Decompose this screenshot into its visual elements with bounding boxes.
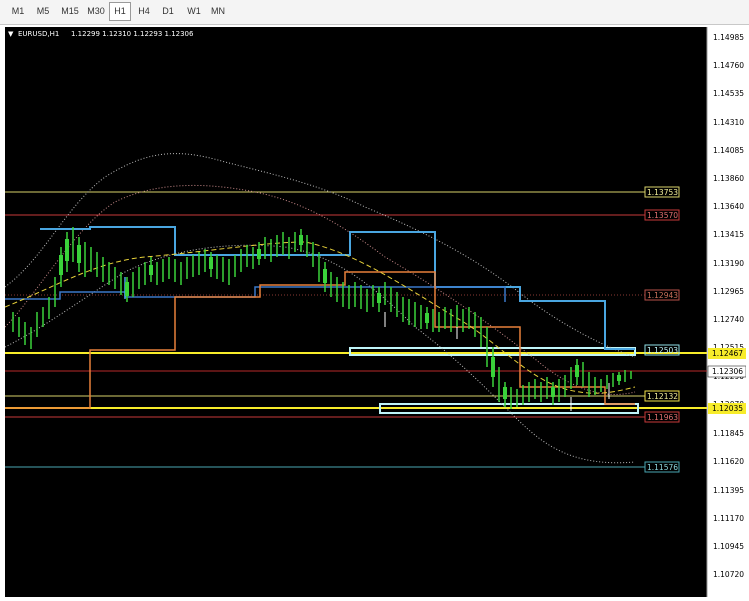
timeframe-mn-button[interactable]: MN <box>207 3 229 20</box>
price-tick: 1.14085 <box>713 146 744 155</box>
price-tick: 1.11170 <box>713 514 744 523</box>
price-tick: 1.13860 <box>713 174 744 183</box>
price-tag-1-12035: 1.12035 <box>712 404 743 413</box>
chart-expand-icon[interactable]: ▼ <box>8 30 14 38</box>
ohlc-label: 1.12299 1.12310 1.12293 1.12306 <box>71 30 194 38</box>
timeframe-w1-button[interactable]: W1 <box>183 3 205 20</box>
price-tick: 1.13415 <box>713 230 744 239</box>
price-tick: 1.12965 <box>713 287 744 296</box>
timeframe-h4-button[interactable]: H4 <box>134 3 154 20</box>
price-tick: 1.14310 <box>713 118 744 127</box>
price-tick: 1.11395 <box>713 486 744 495</box>
price-tick: 1.10720 <box>713 570 744 579</box>
timeframe-m15-button[interactable]: M15 <box>58 3 82 20</box>
price-tick: 1.11845 <box>713 429 744 438</box>
symbol-label: EURUSD,H1 <box>18 30 59 38</box>
level-label: 1.13570 <box>647 211 678 220</box>
level-label: 1.12943 <box>647 291 678 300</box>
price-tick: 1.14535 <box>713 89 744 98</box>
price-chart[interactable]: ▼ EURUSD,H1 1.12299 1.12310 1.12293 1.12… <box>4 27 747 597</box>
price-tick: 1.12740 <box>713 315 744 324</box>
level-label: 1.11963 <box>647 413 678 422</box>
price-tag-1-12467: 1.12467 <box>712 349 743 358</box>
timeframe-toolbar: M1 M5 M15 M30 H1 H4 D1 W1 MN <box>0 0 749 25</box>
timeframe-h1-button[interactable]: H1 <box>109 2 131 21</box>
level-label: 1.12132 <box>647 392 678 401</box>
timeframe-m30-button[interactable]: M30 <box>84 3 108 20</box>
level-label: 1.11576 <box>647 463 678 472</box>
timeframe-m1-button[interactable]: M1 <box>8 3 28 20</box>
price-tick: 1.13640 <box>713 202 744 211</box>
price-tag-current: 1.12306 <box>712 367 743 376</box>
price-tick: 1.14985 <box>713 33 744 42</box>
level-label: 1.13753 <box>647 188 678 197</box>
price-tick: 1.14760 <box>713 61 744 70</box>
timeframe-m5-button[interactable]: M5 <box>33 3 53 20</box>
price-tick: 1.10945 <box>713 542 744 551</box>
chart-window[interactable]: ▼ EURUSD,H1 1.12299 1.12310 1.12293 1.12… <box>4 27 747 597</box>
timeframe-d1-button[interactable]: D1 <box>158 3 178 20</box>
price-axis[interactable] <box>707 27 746 597</box>
price-tick: 1.11620 <box>713 457 744 466</box>
level-label: 1.12503 <box>647 346 678 355</box>
price-tick: 1.13190 <box>713 259 744 268</box>
